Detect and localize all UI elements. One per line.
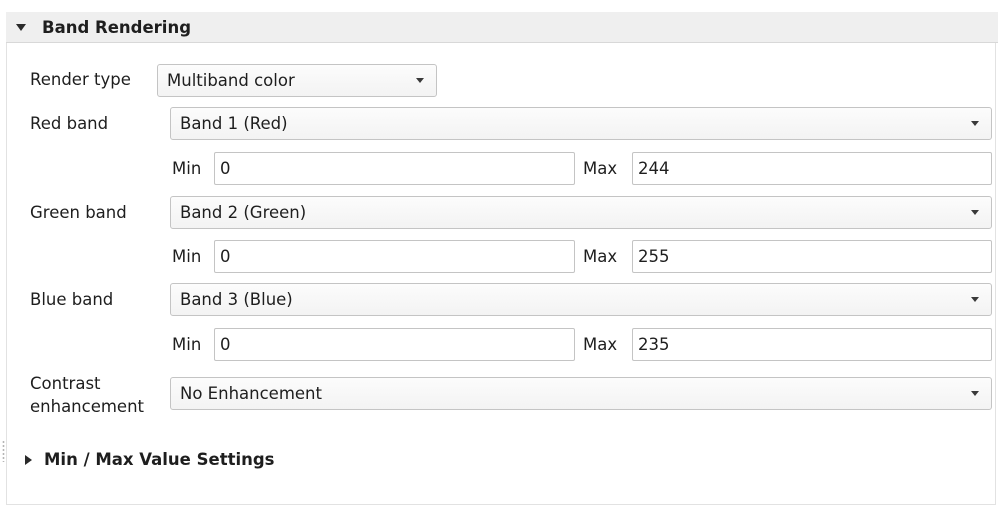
green-band-combo[interactable]: Band 2 (Green) (170, 196, 992, 229)
blue-band-value: Band 3 (Blue) (180, 290, 293, 309)
chevron-down-icon (971, 297, 979, 302)
red-max-value: 244 (638, 159, 670, 178)
section-title: Band Rendering (42, 18, 192, 37)
green-min-input[interactable]: 0 (214, 240, 575, 273)
green-max-label: Max (583, 247, 618, 266)
red-min-value: 0 (220, 159, 231, 178)
render-type-combo[interactable]: Multiband color (157, 64, 437, 97)
blue-min-input[interactable]: 0 (214, 328, 575, 361)
red-min-input[interactable]: 0 (214, 152, 575, 185)
red-max-input[interactable]: 244 (632, 152, 992, 185)
blue-max-value: 235 (638, 335, 670, 354)
band-rendering-header[interactable]: Band Rendering (6, 12, 998, 43)
contrast-enhancement-combo[interactable]: No Enhancement (170, 377, 992, 410)
green-band-label: Green band (30, 203, 127, 222)
green-min-label: Min (172, 247, 202, 266)
red-max-label: Max (583, 159, 618, 178)
contrast-enhancement-value: No Enhancement (180, 384, 322, 403)
blue-max-input[interactable]: 235 (632, 328, 992, 361)
render-type-value: Multiband color (167, 71, 295, 90)
blue-band-label: Blue band (30, 290, 114, 309)
min-max-settings-header[interactable]: Min / Max Value Settings (44, 450, 275, 469)
chevron-down-icon (971, 210, 979, 215)
render-type-label: Render type (30, 70, 131, 89)
chevron-down-icon (971, 391, 979, 396)
green-max-value: 255 (638, 247, 670, 266)
green-min-value: 0 (220, 247, 231, 266)
red-min-label: Min (172, 159, 202, 178)
green-max-input[interactable]: 255 (632, 240, 992, 273)
chevron-down-icon (416, 78, 424, 83)
blue-max-label: Max (583, 335, 618, 354)
red-band-label: Red band (30, 114, 109, 133)
expand-triangle-icon[interactable] (25, 455, 32, 465)
splitter-grip[interactable] (2, 440, 5, 462)
collapse-triangle-icon[interactable] (16, 24, 26, 31)
blue-band-combo[interactable]: Band 3 (Blue) (170, 283, 992, 316)
red-band-combo[interactable]: Band 1 (Red) (170, 107, 992, 140)
green-band-value: Band 2 (Green) (180, 203, 307, 222)
blue-min-label: Min (172, 335, 202, 354)
red-band-value: Band 1 (Red) (180, 114, 288, 133)
blue-min-value: 0 (220, 335, 231, 354)
contrast-label-line1: Contrast (30, 374, 101, 393)
contrast-label-line2: enhancement (30, 397, 145, 416)
chevron-down-icon (971, 121, 979, 126)
